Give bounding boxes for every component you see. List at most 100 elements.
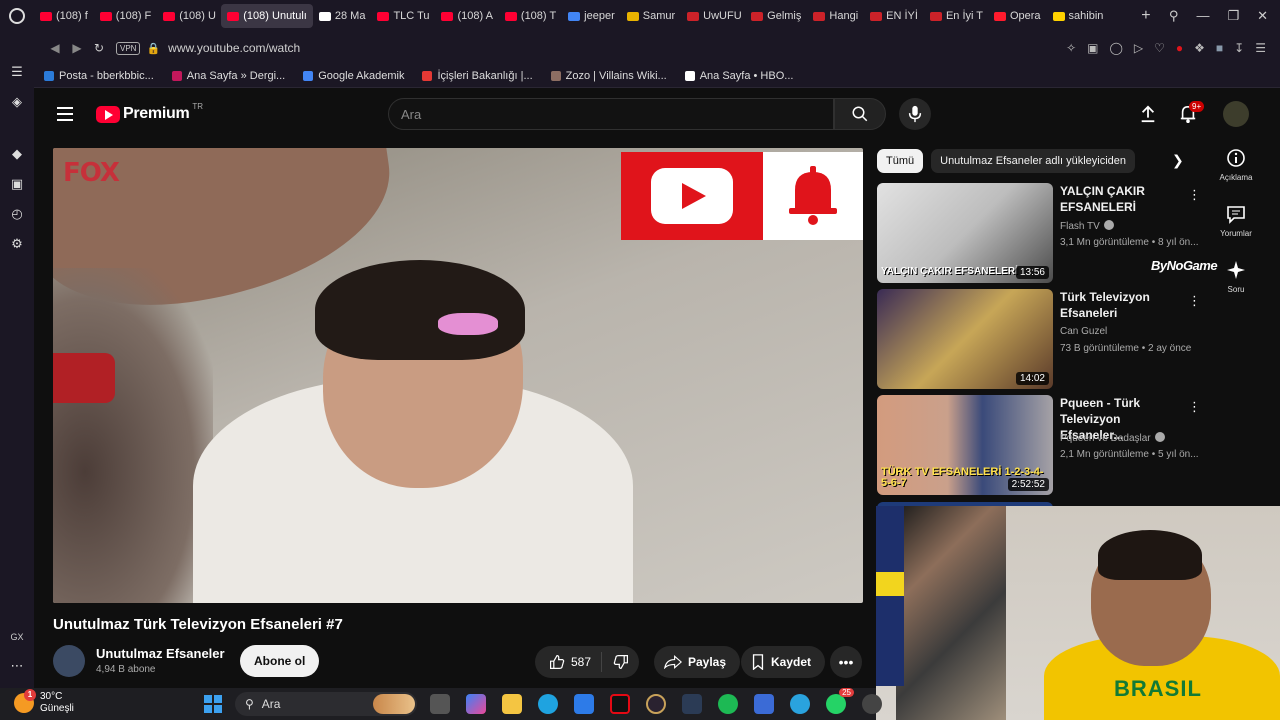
pin-icon[interactable]: ✧ xyxy=(1066,41,1076,55)
subscribe-button[interactable]: Abone ol xyxy=(240,645,320,677)
bookmark-item[interactable]: Google Akademik xyxy=(303,70,404,82)
back-icon[interactable]: ◀ xyxy=(44,41,66,55)
save-button[interactable]: Kaydet xyxy=(741,646,826,678)
opera-gx-icon[interactable] xyxy=(646,694,666,714)
video-thumbnail[interactable]: TÜRK TV EFSANELERİ 1-2-3-4-5-6-7 2:52:52 xyxy=(877,395,1053,495)
easy-setup-icon[interactable]: ☰ xyxy=(1255,41,1266,55)
more-actions-icon[interactable]: ••• xyxy=(830,646,862,678)
browser-tab[interactable]: Opera xyxy=(988,4,1047,28)
disney-plus-icon[interactable] xyxy=(682,694,702,714)
browser-tab[interactable]: UwUFU xyxy=(681,4,745,28)
video-thumbnail[interactable]: 14:02 xyxy=(877,289,1053,389)
filter-chip[interactable]: Unutulmaz Efsaneler adlı yükleyiciden xyxy=(931,149,1135,173)
channel-name[interactable]: Unutulmaz Efsaneler xyxy=(96,646,225,661)
whatsapp-icon[interactable]: 25 xyxy=(826,688,854,714)
store-icon[interactable] xyxy=(574,694,594,714)
telegram-icon[interactable] xyxy=(790,694,810,714)
browser-tab[interactable]: (108) U xyxy=(157,4,221,28)
copilot-icon[interactable] xyxy=(466,694,486,714)
browser-tab[interactable]: (108) F xyxy=(94,4,157,28)
shield-icon[interactable]: ◯ xyxy=(1109,41,1122,55)
reload-icon[interactable]: ↻ xyxy=(88,41,110,55)
browser-tab[interactable]: jeeper xyxy=(562,4,621,28)
sidebar-extension-icon[interactable]: ◆ xyxy=(12,146,22,162)
bookmark-item[interactable]: Posta - bberkbbic... xyxy=(44,70,154,82)
netflix-icon[interactable] xyxy=(610,694,630,714)
extension-red-icon[interactable]: ● xyxy=(1176,41,1183,55)
share-button[interactable]: Paylaş xyxy=(654,646,741,678)
sidebar-home-icon[interactable]: ☰ xyxy=(11,64,23,80)
heart-icon[interactable]: ♡ xyxy=(1154,41,1165,55)
edge-icon[interactable] xyxy=(538,694,558,714)
sidebar-tools-icon[interactable]: ⚙ xyxy=(11,236,23,252)
dislike-button[interactable] xyxy=(601,652,639,672)
youtube-premium-logo[interactable]: Premium TR xyxy=(96,102,203,123)
recommendation-title[interactable]: YALÇIN ÇAKIR EFSANELERİ xyxy=(1060,183,1184,215)
browser-tab[interactable]: Hangi xyxy=(807,4,864,28)
video-player[interactable]: FOX xyxy=(53,148,863,603)
browser-tab[interactable]: EN İYİ xyxy=(864,4,924,28)
windows-start-icon[interactable] xyxy=(204,695,222,713)
minimize-icon[interactable]: — xyxy=(1196,8,1209,24)
lock-icon[interactable]: 🔒 xyxy=(146,42,160,55)
bookmark-item[interactable]: Ana Sayfa » Dergi... xyxy=(171,70,285,82)
recommendation-title[interactable]: Türk Televizyon Efsaneleri xyxy=(1060,289,1184,321)
sidebar-more-icon[interactable]: ⋯ xyxy=(11,658,24,674)
sidebar-clock-icon[interactable]: ◴ xyxy=(11,206,22,222)
menu-icon[interactable] xyxy=(57,107,73,121)
vpn-badge[interactable]: VPN xyxy=(116,41,141,55)
task-view-icon[interactable] xyxy=(430,694,450,714)
sidebar-bookmark-icon[interactable]: ▣ xyxy=(11,176,23,192)
account-avatar[interactable] xyxy=(1223,101,1249,127)
url-field[interactable]: www.youtube.com/watch xyxy=(168,41,300,55)
chatgpt-icon[interactable] xyxy=(862,694,882,714)
recommendation-item[interactable]: TÜRK TV EFSANELERİ 1-2-3-4-5-6-7 2:52:52… xyxy=(877,395,1207,495)
bookmark-item[interactable]: Ana Sayfa • HBO... xyxy=(684,70,793,82)
file-explorer-icon[interactable] xyxy=(502,694,522,714)
browser-tab[interactable]: (108) f xyxy=(34,4,94,28)
browser-tab[interactable]: TLC Tu xyxy=(371,4,435,28)
bookmark-item[interactable]: Zozo | Villains Wiki... xyxy=(550,70,667,82)
comments-button[interactable]: Yorumlar xyxy=(1220,204,1252,238)
forward-icon[interactable]: ▶ xyxy=(66,41,88,55)
browser-tab[interactable]: sahibin xyxy=(1047,4,1110,28)
taskbar-search[interactable]: ⚲ Ara xyxy=(235,692,417,716)
sidebar-aria-icon[interactable]: ◈ xyxy=(12,94,22,110)
description-button[interactable]: Açıklama xyxy=(1220,148,1252,182)
browser-tab[interactable]: (108) Unutulı xyxy=(221,4,313,28)
browser-tab[interactable]: (108) T xyxy=(499,4,562,28)
profile-b-icon[interactable]: ■ xyxy=(1216,41,1223,55)
recommendation-channel[interactable]: Can Guzel xyxy=(1060,326,1107,337)
recommendation-channel[interactable]: Pqueen ve Dadaşlar xyxy=(1060,432,1165,444)
puzzle-icon[interactable]: ❖ xyxy=(1194,41,1205,55)
video-thumbnail[interactable]: YALÇIN ÇAKIR EFSANELERİ 13:56 xyxy=(877,183,1053,283)
mail-icon[interactable] xyxy=(754,694,774,714)
search-input[interactable] xyxy=(401,106,833,122)
browser-tab[interactable]: 28 Ma xyxy=(313,4,372,28)
voice-search-button[interactable] xyxy=(899,98,931,130)
like-button[interactable]: 587 xyxy=(535,654,601,670)
browser-tab[interactable]: Gelmiş xyxy=(745,4,807,28)
weather-widget[interactable]: 1 30°C Güneşli xyxy=(14,689,74,715)
recommendation-channel[interactable]: Flash TV xyxy=(1060,220,1114,232)
search-button[interactable] xyxy=(834,98,886,130)
sidebar-gx-label[interactable]: GX xyxy=(10,632,23,642)
filter-chip[interactable]: Tümü xyxy=(877,149,924,173)
ask-button[interactable]: Soru xyxy=(1226,260,1246,294)
search-icon[interactable]: ⚲ xyxy=(1169,8,1179,24)
upload-button[interactable] xyxy=(1136,102,1160,126)
maximize-icon[interactable]: ❐ xyxy=(1227,8,1239,24)
download-icon[interactable]: ↧ xyxy=(1234,41,1244,55)
spotify-icon[interactable] xyxy=(718,694,738,714)
more-vert-icon[interactable]: ⋮ xyxy=(1188,399,1201,415)
channel-avatar[interactable] xyxy=(53,645,85,677)
opera-menu-icon[interactable] xyxy=(0,0,34,32)
browser-tab[interactable]: (108) A xyxy=(435,4,498,28)
close-icon[interactable]: ✕ xyxy=(1257,8,1268,24)
browser-tab[interactable]: En İyi T xyxy=(924,4,988,28)
recommendation-item[interactable]: 14:02 Türk Televizyon Efsaneleri Can Guz… xyxy=(877,289,1207,389)
more-vert-icon[interactable]: ⋮ xyxy=(1188,187,1201,203)
chevron-right-icon[interactable]: ❯ xyxy=(1172,152,1184,169)
play-extension-icon[interactable]: ▷ xyxy=(1134,41,1143,55)
browser-tab[interactable]: Samur xyxy=(621,4,681,28)
